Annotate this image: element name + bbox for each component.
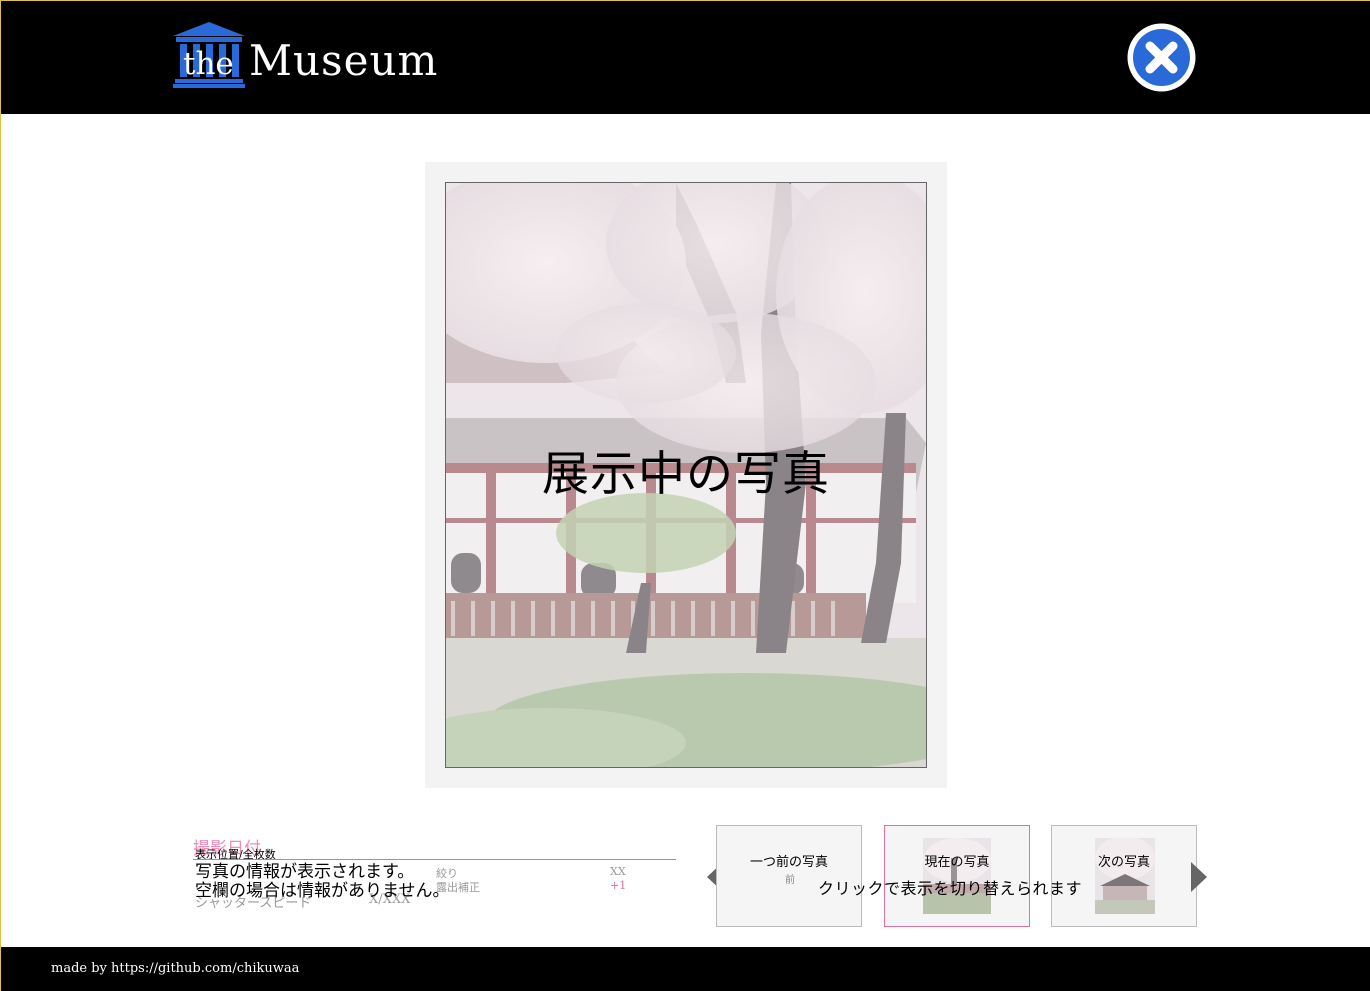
photo-info-panel: 撮影日付 表示位置/全枚数 絞り XX 露出補正 +1 シャッタースピード X/… (193, 830, 677, 911)
info-note-line1: 写真の情報が表示されます。 (195, 862, 415, 882)
site-logo[interactable]: the Museum (173, 22, 443, 88)
logo-museum-text: Museum (249, 36, 439, 85)
thumb-next-label: 次の写真 (1097, 855, 1150, 870)
info-divider (193, 859, 676, 860)
thumb-previous-sub: 前 (785, 875, 795, 886)
chevron-right-icon (1191, 862, 1207, 892)
header: the Museum (0, 0, 1370, 114)
footer-credit: made by https://github.com/chikuwaa (51, 961, 300, 976)
thumb-current-label: 現在の写真 (924, 855, 990, 870)
thumb-previous-label: 一つ前の写真 (749, 855, 828, 870)
info-note-line2: 空欄の場合は情報がありません。 (195, 881, 450, 901)
switch-hint: クリックで表示を切り替えられます (818, 879, 1083, 898)
info-note: 写真の情報が表示されます。 空欄の場合は情報がありません。 (195, 863, 450, 901)
exposure-value: +1 (610, 879, 627, 892)
footer: made by https://github.com/chikuwaa (0, 947, 1370, 991)
next-arrow-button[interactable] (1190, 862, 1208, 892)
close-button[interactable] (1126, 22, 1197, 93)
photo-caption: 展示中の写真 (542, 447, 830, 502)
aperture-value: XX (610, 865, 626, 878)
thumb-next-image (1095, 838, 1155, 914)
logo-the-text: the (183, 46, 234, 82)
displayed-photo[interactable]: 展示中の写真 (445, 182, 927, 768)
